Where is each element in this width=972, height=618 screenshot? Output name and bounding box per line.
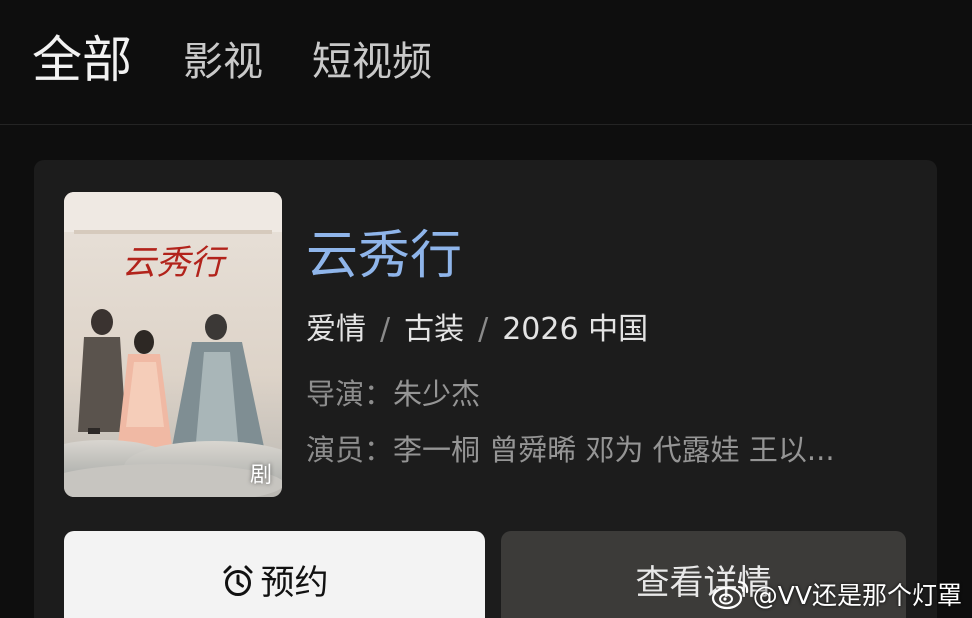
page: 全部 影视 短视频 云秀行 剧 云秀行 爱情 / 古装 / 2026 中国 导演… (0, 0, 972, 618)
tab-short-video[interactable]: 短视频 (312, 34, 432, 90)
weibo-icon (711, 580, 748, 610)
director-value: 朱少杰 (393, 377, 481, 411)
show-title[interactable]: 云秀行 (306, 222, 462, 290)
director-row: 导演：朱少杰 (306, 374, 906, 414)
director-label: 导演： (306, 377, 394, 411)
tab-film[interactable]: 影视 (183, 34, 263, 90)
watermark-text: @VV还是那个灯罩 (752, 581, 962, 610)
poster-badge: 剧 (249, 463, 272, 488)
year-region: 2026 中国 (502, 312, 649, 347)
poster-artwork: 云秀行 (64, 192, 282, 497)
category-tabs: 全部 影视 短视频 (0, 0, 972, 125)
show-meta: 爱情 / 古装 / 2026 中国 (306, 310, 648, 350)
reserve-button[interactable]: 预约 (64, 531, 485, 618)
watermark: @VV还是那个灯罩 (711, 578, 962, 613)
result-card[interactable]: 云秀行 剧 云秀行 爱情 / 古装 / 2026 中国 导演：朱少杰 演员：李一桐 … (34, 160, 937, 618)
genre-2: 古装 (404, 312, 465, 347)
genre-1: 爱情 (306, 312, 366, 347)
cast-row: 演员：李一桐 曾舜晞 邓为 代露娃 王以... (306, 430, 906, 470)
svg-text:云秀行: 云秀行 (122, 243, 229, 283)
cast-label: 演员： (306, 433, 394, 467)
reserve-label: 预约 (260, 563, 329, 603)
alarm-clock-icon (223, 565, 252, 596)
cast-value: 李一桐 曾舜晞 邓为 代露娃 王以... (393, 433, 835, 467)
tab-all[interactable]: 全部 (32, 28, 132, 92)
meta-separator: / (380, 312, 391, 347)
meta-separator: / (478, 312, 489, 347)
poster-image[interactable]: 云秀行 剧 (64, 192, 282, 497)
